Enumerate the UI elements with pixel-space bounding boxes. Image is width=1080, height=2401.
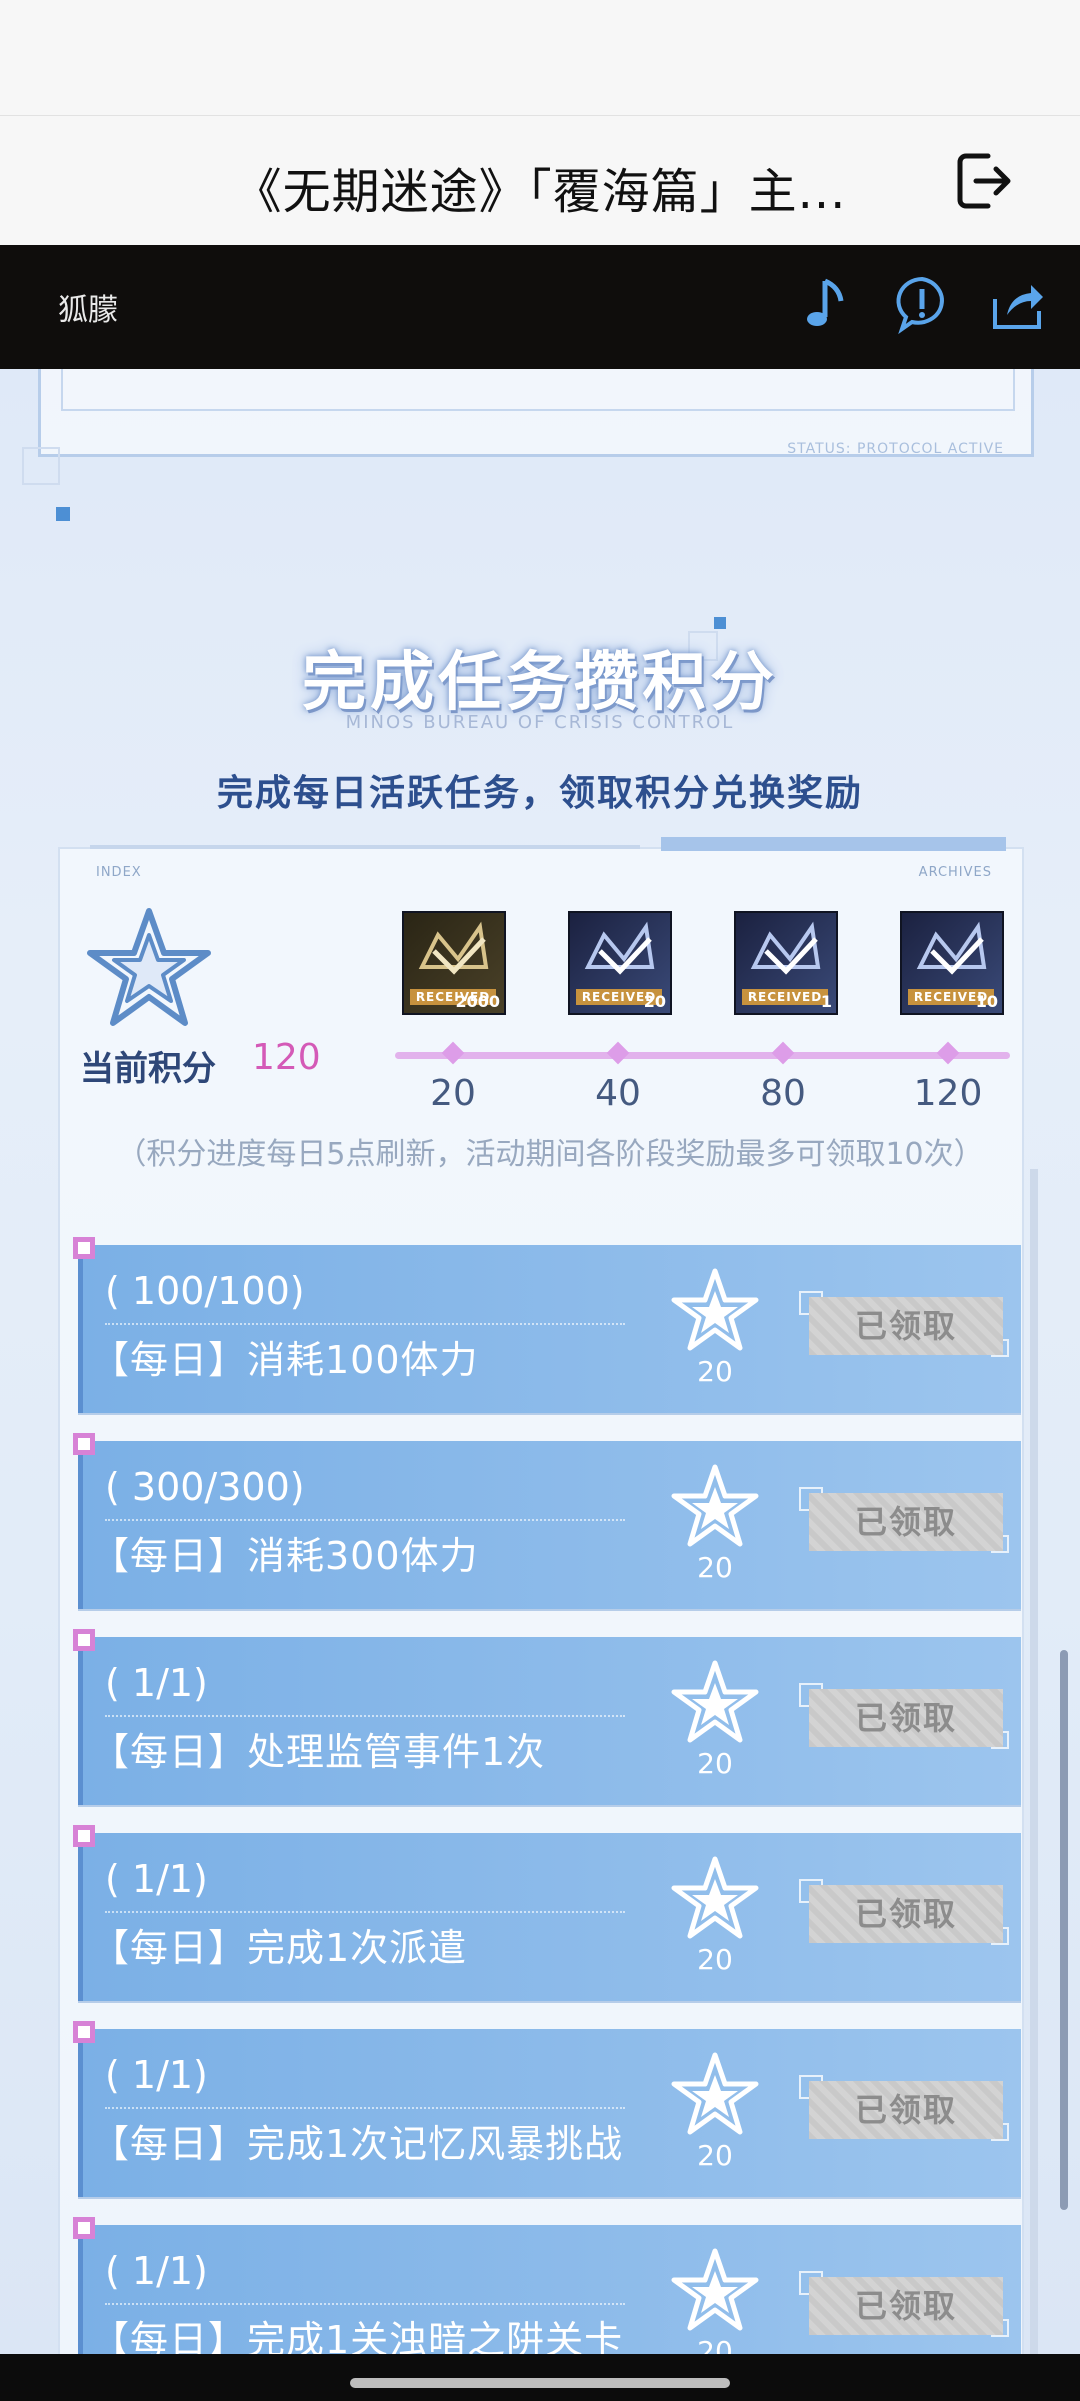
task-progress: ( 1/1) <box>105 1857 208 1901</box>
milestone-label: 20 <box>430 1073 476 1114</box>
panel-scroll-track <box>1030 1169 1038 2354</box>
section-heading-en: MINOS BUREAU OF CRISIS CONTROL <box>345 712 735 733</box>
reward-count: 20 <box>643 992 666 1011</box>
star-icon <box>671 2051 759 2139</box>
reward-tile[interactable]: RECEIVED 10 <box>900 911 1004 1015</box>
received-badge: RECEIVED <box>742 989 828 1005</box>
star-icon <box>671 1267 759 1355</box>
milestone-label: 80 <box>760 1073 806 1114</box>
gesture-nav-bar <box>0 2354 1080 2401</box>
index-label: INDEX <box>96 865 142 880</box>
task-progress: ( 1/1) <box>105 2249 208 2293</box>
star-icon <box>671 1463 759 1551</box>
archives-label: ARCHIVES <box>918 865 992 880</box>
share-icon[interactable] <box>985 273 1049 337</box>
task-item: ( 1/1) 【每日】完成1次记忆风暴挑战 20 已领取 <box>73 2021 1021 2197</box>
claimed-button[interactable]: 已领取 <box>809 2081 1003 2139</box>
refresh-note: （积分进度每日5点刷新，活动期间各阶段奖励最多可领取10次） <box>116 1137 984 1172</box>
music-note-icon[interactable] <box>795 273 859 337</box>
task-points: 20 <box>697 2139 733 2172</box>
task-item: ( 1/1) 【每日】完成1次派遣 20 已领取 <box>73 1825 1021 2001</box>
task-points: 20 <box>697 1943 733 1976</box>
section-subtitle: 完成每日活跃任务，领取积分兑换奖励 <box>216 773 863 814</box>
task-item: ( 1/1) 【每日】处理监管事件1次 20 已领取 <box>73 1629 1021 1805</box>
task-points: 20 <box>697 1355 733 1388</box>
task-item: ( 1/1) 【每日】完成1关浊暗之阱关卡 20 已领取 <box>73 2217 1021 2354</box>
star-icon <box>671 1659 759 1747</box>
star-icon <box>671 1855 759 1943</box>
task-progress: ( 1/1) <box>105 2053 208 2097</box>
title-bar: 《无期迷途》「覆海篇」主... <box>0 115 1080 246</box>
task-name: 【每日】消耗300体力 <box>91 1534 479 1578</box>
reward-count: 2000 <box>455 992 500 1011</box>
points-progress-track <box>395 1052 1010 1059</box>
task-points: 20 <box>697 1747 733 1780</box>
claimed-button[interactable]: 已领取 <box>809 1689 1003 1747</box>
reward-count: 1 <box>820 992 832 1011</box>
deco-dot <box>714 617 726 629</box>
alert-icon[interactable] <box>890 273 954 337</box>
points-star-icon <box>84 905 214 1035</box>
status-bar <box>0 0 1080 115</box>
deco-square <box>22 447 60 485</box>
reward-tile[interactable]: RECEIVED 2000 <box>402 911 506 1015</box>
scrollbar-thumb[interactable] <box>1060 1650 1068 2210</box>
app-bar: 狐朦 <box>0 245 1080 369</box>
task-item: ( 100/100) 【每日】消耗100体力 20 已领取 <box>73 1237 1021 1413</box>
current-points-label: 当前积分 <box>80 1049 216 1089</box>
claimed-button[interactable]: 已领取 <box>809 1493 1003 1551</box>
task-progress: ( 1/1) <box>105 1661 208 1705</box>
reward-tile[interactable]: RECEIVED 20 <box>568 911 672 1015</box>
current-points-value: 120 <box>252 1037 321 1078</box>
page-title: 《无期迷途》「覆海篇」主... <box>233 164 847 220</box>
task-progress: ( 300/300) <box>105 1465 305 1509</box>
task-points: 20 <box>697 2335 733 2354</box>
task-name: 【每日】完成1关浊暗之阱关卡 <box>91 2318 624 2354</box>
claimed-button[interactable]: 已领取 <box>809 1885 1003 1943</box>
star-icon <box>671 2247 759 2335</box>
task-name: 【每日】完成1次派遣 <box>91 1926 468 1970</box>
milestone-label: 40 <box>595 1073 641 1114</box>
reward-tile[interactable]: RECEIVED 1 <box>734 911 838 1015</box>
claimed-button[interactable]: 已领取 <box>809 2277 1003 2335</box>
home-indicator[interactable] <box>350 2378 730 2388</box>
app-name[interactable]: 狐朦 <box>58 285 118 329</box>
deco-dot <box>56 507 70 521</box>
task-points: 20 <box>697 1551 733 1584</box>
task-item: ( 300/300) 【每日】消耗300体力 20 已领取 <box>73 1433 1021 1609</box>
milestone-label: 120 <box>913 1073 983 1114</box>
task-name: 【每日】消耗100体力 <box>91 1338 479 1382</box>
reward-count: 10 <box>975 992 998 1011</box>
task-name: 【每日】处理监管事件1次 <box>91 1730 546 1774</box>
exit-icon[interactable] <box>950 146 1020 216</box>
activity-content[interactable]: STATUS: PROTOCOL ACTIVE 完成任务攒积分 MINOS BU… <box>0 369 1080 2354</box>
task-name: 【每日】完成1次记忆风暴挑战 <box>91 2122 624 2166</box>
task-progress: ( 100/100) <box>105 1269 305 1313</box>
section-heading: 完成任务攒积分 <box>302 646 778 720</box>
claimed-button[interactable]: 已领取 <box>809 1297 1003 1355</box>
status-note: STATUS: PROTOCOL ACTIVE <box>787 441 1004 457</box>
